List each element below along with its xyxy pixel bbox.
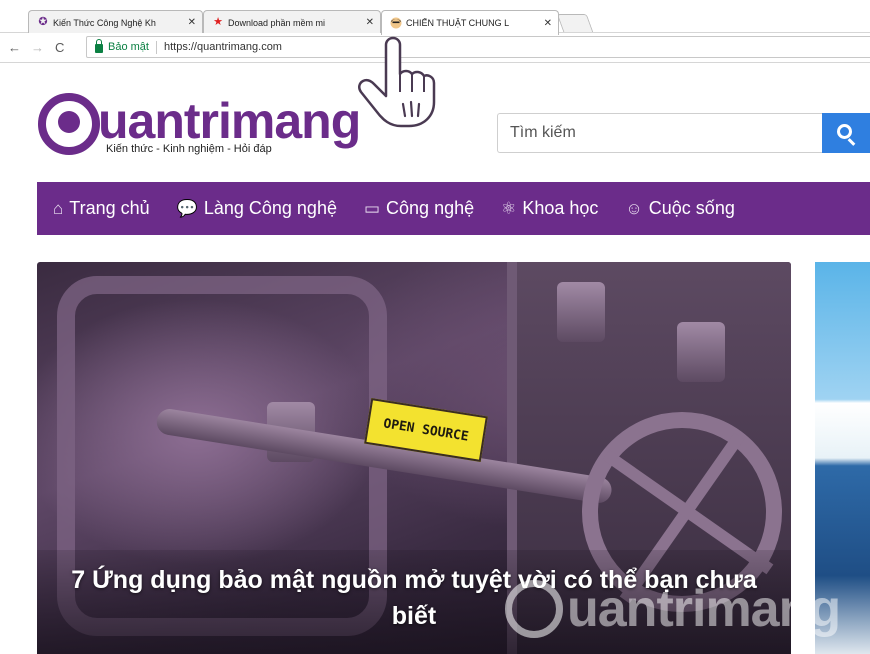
search-input[interactable] — [497, 113, 822, 153]
nav-item-khoa-hoc[interactable]: ⚛ Khoa học — [501, 198, 598, 219]
home-icon: ⌂ — [53, 199, 64, 218]
tab-title: CHIẾN THUẬT CHUNG L — [406, 18, 510, 28]
close-tab-icon[interactable]: ✕ — [544, 18, 552, 29]
close-tab-icon[interactable]: ✕ — [188, 17, 196, 28]
laptop-icon: ▭ — [363, 199, 381, 218]
quantrimang-favicon-icon: ✪ — [38, 16, 48, 28]
chat-icon: 💬 — [176, 199, 198, 218]
lifebuoy-icon: ☺ — [625, 199, 643, 218]
back-arrow-icon[interactable]: ← — [8, 40, 21, 56]
nav-item-label: Trang chủ — [69, 198, 150, 218]
hand-cursor-icon — [358, 36, 436, 128]
secure-label: Bảo mật — [108, 41, 149, 53]
address-bar[interactable]: Bảo mật https://quantrimang.com — [86, 36, 870, 58]
url-text[interactable]: https://quantrimang.com — [164, 41, 282, 53]
nav-item-lang-cong-nghe[interactable]: 💬 Làng Công nghệ — [177, 198, 337, 219]
nav-item-cuoc-song[interactable]: ☺ Cuộc sống — [625, 198, 734, 219]
lightbulb-logo-icon — [38, 93, 100, 155]
watermark-logo-icon — [505, 580, 563, 638]
nav-item-label: Làng Công nghệ — [203, 198, 337, 218]
search-icon — [836, 124, 852, 139]
tab-title: Kiến Thức Công Nghệ Kh — [53, 17, 156, 28]
reload-icon[interactable]: C — [55, 40, 64, 56]
browser-tab-2[interactable]: ★ Download phần mềm mi ✕ — [203, 10, 381, 34]
new-tab-button[interactable] — [556, 14, 594, 32]
logo-text: uantrimang — [98, 93, 361, 149]
site-logo[interactable]: uantrimang Kiến thức - Kinh nghiệm - Hỏi… — [38, 93, 361, 163]
atom-icon: ⚛ — [501, 199, 517, 218]
logo-tagline: Kiến thức - Kinh nghiệm - Hỏi đáp — [106, 143, 272, 155]
hinge-image — [677, 322, 725, 382]
nav-item-label: Công nghệ — [386, 198, 475, 218]
tab-title: Download phần mềm mi — [228, 17, 326, 28]
close-tab-icon[interactable]: ✕ — [366, 17, 374, 28]
hinge-image — [557, 282, 605, 342]
lock-icon — [95, 39, 103, 53]
watermark-text: uantrimang — [567, 580, 841, 638]
watermark: uantrimang — [505, 580, 841, 638]
avatar-favicon-icon — [390, 17, 402, 29]
forward-arrow-icon[interactable]: → — [31, 40, 44, 56]
nav-item-home[interactable]: ⌂ Trang chủ — [53, 198, 150, 219]
main-nav: ⌂ Trang chủ 💬 Làng Công nghệ ▭ Công nghệ… — [37, 182, 870, 235]
nav-item-label: Cuộc sống — [648, 198, 735, 218]
tab-strip: ✪ Kiến Thức Công Nghệ Kh ✕ ★ Download ph… — [0, 0, 870, 35]
divider — [155, 40, 157, 54]
nav-item-label: Khoa học — [522, 198, 599, 218]
nav-item-cong-nghe[interactable]: ▭ Công nghệ — [364, 198, 474, 219]
search-button[interactable] — [822, 113, 870, 153]
browser-tab-3[interactable]: CHIẾN THUẬT CHUNG L ✕ — [381, 10, 559, 35]
star-favicon-icon: ★ — [213, 16, 223, 28]
browser-tab-1[interactable]: ✪ Kiến Thức Công Nghệ Kh ✕ — [28, 10, 203, 34]
